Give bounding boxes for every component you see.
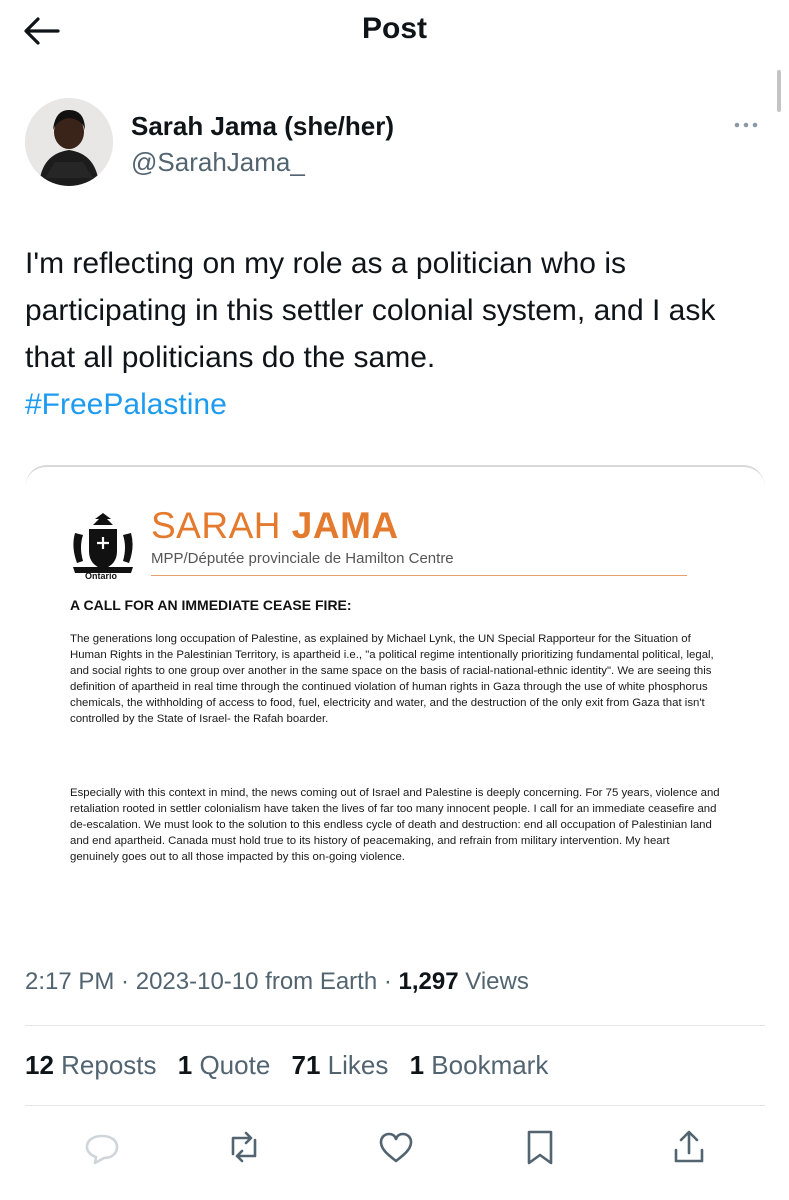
quotes-stat[interactable]: 1 Quote	[178, 1050, 271, 1080]
like-icon	[379, 1132, 413, 1163]
divider	[25, 1025, 765, 1026]
document-paragraph: The generations long occupation of Pales…	[70, 633, 714, 726]
repost-icon	[231, 1131, 257, 1163]
share-button[interactable]	[666, 1124, 712, 1170]
reply-button[interactable]	[79, 1124, 125, 1170]
divider	[25, 1105, 765, 1106]
page-title: Post	[361, 12, 427, 45]
tweet-text: I'm reflecting on my role as a politicia…	[25, 240, 765, 428]
bookmarks-stat[interactable]: 1 Bookmark	[410, 1050, 549, 1080]
document-heading: A CALL FOR AN IMMEDIATE CEASE FIRE:	[70, 597, 352, 613]
like-button[interactable]	[373, 1124, 419, 1170]
reply-icon	[85, 1134, 119, 1165]
attached-image[interactable]: Ontario SARAH JAMA MPP/Députée provincia…	[25, 465, 765, 929]
document-paragraph: Especially with this context in mind, th…	[70, 787, 720, 864]
share-icon	[674, 1130, 704, 1163]
views-label: Views	[458, 968, 529, 995]
bottom-edge	[0, 1186, 789, 1200]
document-subtitle: MPP/Députée provinciale de Hamilton Cent…	[151, 550, 454, 567]
views-count: 1,297	[398, 968, 459, 995]
avatar[interactable]	[25, 98, 113, 186]
bookmark-icon	[527, 1130, 553, 1165]
document-brand: SARAH JAMA	[151, 505, 399, 546]
top-bar: Post	[0, 0, 789, 62]
reposts-stat[interactable]: 12 Reposts	[25, 1050, 157, 1080]
likes-stat[interactable]: 71 Likes	[292, 1050, 389, 1080]
more-icon	[734, 122, 758, 128]
post-source: from Earth	[258, 968, 378, 995]
crest-label: Ontario	[85, 571, 118, 581]
repost-button[interactable]	[221, 1124, 267, 1170]
engagement-stats: 12 Reposts 1 Quote 71 Likes 1 Bookmark	[25, 1050, 562, 1081]
post-time: 2:17 PM	[25, 968, 115, 995]
author-name[interactable]: Sarah Jama (she/her)	[131, 111, 394, 142]
post-metadata: 2:17 PM · 2023-10-10 from Earth · 1,297 …	[25, 968, 529, 995]
more-options-button[interactable]	[726, 112, 766, 138]
post-date: 2023-10-10	[135, 968, 259, 995]
tweet-body: I'm reflecting on my role as a politicia…	[25, 247, 716, 374]
scrollbar[interactable]	[777, 70, 781, 112]
author-handle[interactable]: @SarahJama_	[131, 147, 305, 178]
orange-rule	[151, 575, 687, 576]
bookmark-button[interactable]	[517, 1124, 563, 1170]
hashtag-link[interactable]: #FreePalastine	[25, 388, 227, 421]
